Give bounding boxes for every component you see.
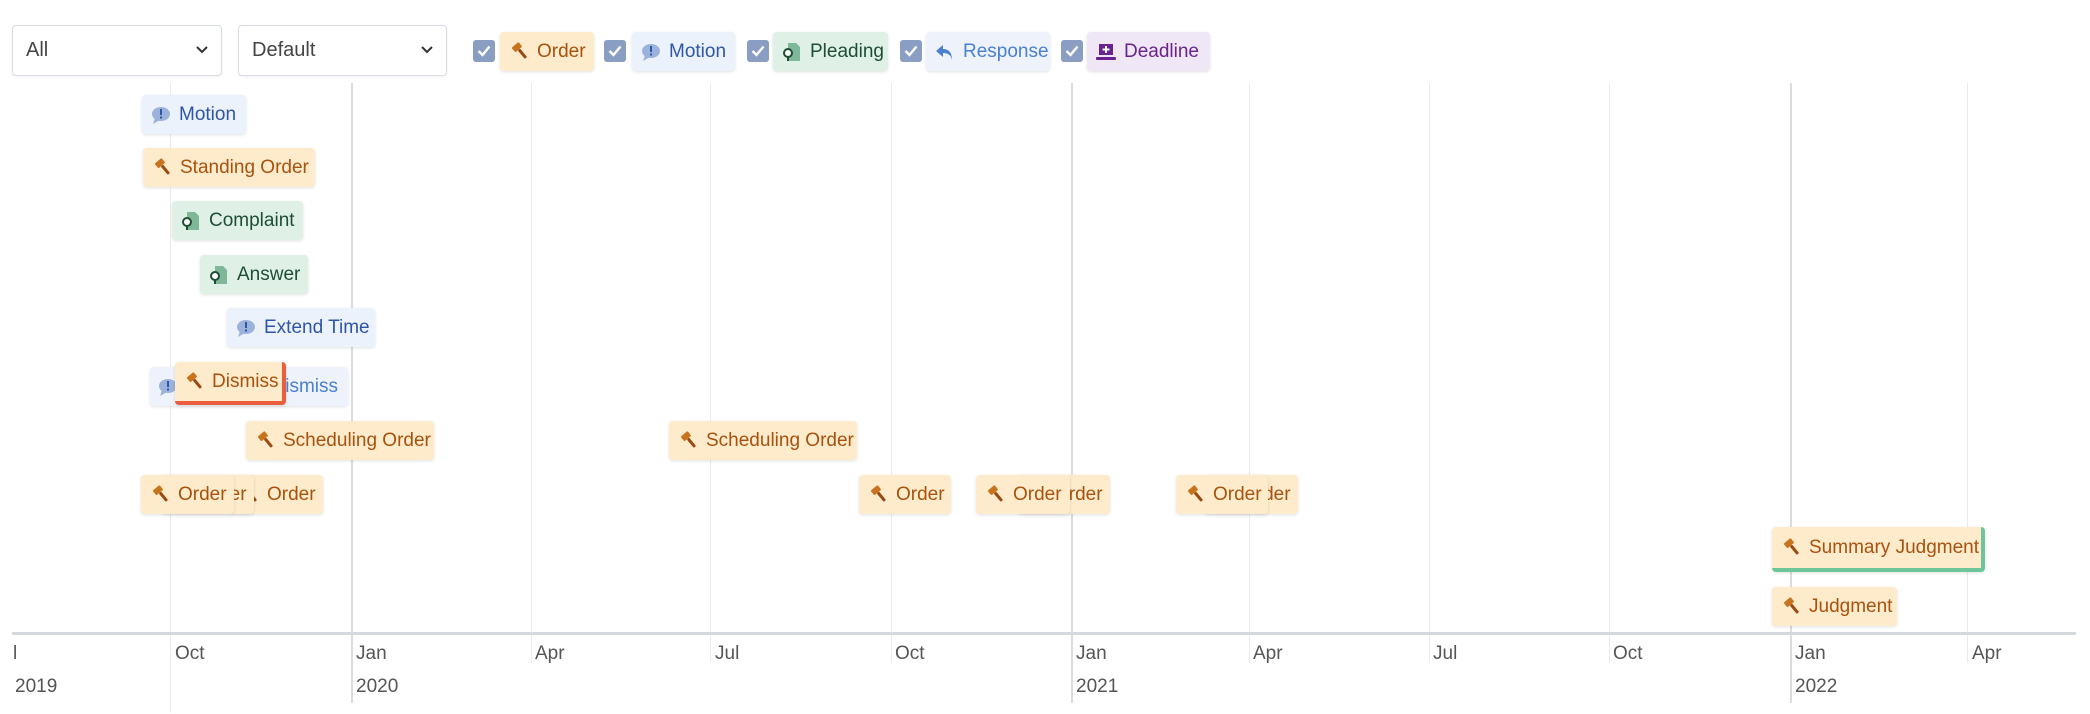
legend-chip-deadline[interactable]: Deadline: [1087, 32, 1210, 71]
year-label-2020: 2020: [356, 676, 399, 697]
gavel-icon: [509, 41, 529, 62]
gridline-jan-2020: [351, 83, 353, 703]
reply-arrow-icon: [935, 42, 955, 62]
event-label: Scheduling Order: [706, 429, 854, 451]
event-label: Answer: [237, 263, 301, 285]
motion-filter-checkbox[interactable]: [604, 40, 626, 62]
year-label-2022: 2022: [1795, 676, 1838, 697]
tick-label-jul-2019: l: [13, 643, 18, 664]
gavel-icon: [1781, 596, 1801, 617]
gavel-icon: [150, 484, 170, 505]
tick-label-apr: Apr: [1253, 643, 1283, 664]
legend-chip-order[interactable]: Order: [500, 32, 594, 71]
speech-bubble-exclamation-icon: [641, 42, 661, 62]
tick-label-jan: Jan: [1076, 643, 1107, 664]
gavel-icon: [152, 157, 172, 178]
event-label: Standing Order: [180, 156, 309, 178]
tick-label-jan: Jan: [356, 643, 387, 664]
tick-label-jul: Jul: [1433, 643, 1458, 664]
event-label: Scheduling Order: [283, 429, 431, 451]
event-scheduling-order[interactable]: Scheduling Order: [669, 421, 857, 460]
event-order[interactable]: Order: [859, 475, 951, 514]
tick-label-oct: Oct: [895, 643, 925, 664]
event-order[interactable]: Order: [1176, 475, 1268, 514]
sort-select[interactable]: Default: [238, 25, 447, 76]
event-answer[interactable]: Answer: [200, 255, 308, 294]
gavel-icon: [1185, 484, 1205, 505]
legend-chip-pleading[interactable]: Pleading: [773, 32, 888, 71]
event-label: Judgment: [1809, 595, 1893, 617]
time-axis: [12, 632, 2076, 635]
event-label: Summary Judgment: [1809, 536, 1980, 558]
legend-label-response: Response: [963, 40, 1049, 62]
response-filter-checkbox[interactable]: [900, 40, 922, 62]
gavel-icon: [985, 484, 1005, 505]
event-standing-order[interactable]: Standing Order: [143, 148, 315, 187]
event-judgment[interactable]: Judgment: [1772, 587, 1897, 626]
sort-select-value: Default: [252, 39, 316, 61]
legend-chip-motion[interactable]: Motion: [632, 32, 735, 71]
gavel-icon: [255, 430, 275, 451]
gridline-jul-2020: [710, 83, 711, 663]
event-dismiss-order-selected[interactable]: Dismiss: [175, 362, 286, 405]
gavel-icon: [868, 484, 888, 505]
legend-label-deadline: Deadline: [1124, 40, 1199, 62]
event-scheduling-order[interactable]: Scheduling Order: [246, 421, 434, 460]
legend-label-motion: Motion: [669, 40, 727, 62]
gridline-apr-2021: [1249, 83, 1250, 663]
tick-label-apr: Apr: [1972, 643, 2002, 664]
pleading-filter-checkbox[interactable]: [747, 40, 769, 62]
document-seal-icon: [209, 265, 229, 285]
scope-select-value: All: [26, 39, 49, 61]
event-complaint[interactable]: Complaint: [172, 201, 303, 240]
tick-label-apr: Apr: [535, 643, 565, 664]
deadline-filter-checkbox[interactable]: [1061, 40, 1083, 62]
laptop-deadline-icon: [1096, 42, 1116, 62]
chevron-down-icon: [420, 26, 434, 75]
legend-chip-response[interactable]: Response: [926, 32, 1050, 71]
order-filter-checkbox[interactable]: [473, 40, 495, 62]
event-label: Order: [267, 483, 316, 505]
chevron-down-icon: [195, 26, 209, 75]
gridline-oct-2020: [891, 83, 892, 663]
event-label: Order: [896, 483, 945, 505]
speech-bubble-exclamation-icon: [151, 105, 171, 125]
event-summary-judgment-selected[interactable]: Summary Judgment: [1772, 527, 1985, 572]
tick-label-jan: Jan: [1795, 643, 1826, 664]
gavel-icon: [184, 371, 204, 392]
event-label: Extend Time: [264, 316, 370, 338]
gridline-jul-2021: [1429, 83, 1430, 663]
event-label: Order: [1013, 483, 1062, 505]
legend-label-order: Order: [537, 40, 586, 62]
year-label-2021: 2021: [1076, 676, 1119, 697]
event-extend-time[interactable]: Extend Time: [227, 308, 375, 347]
event-label: Order: [178, 483, 227, 505]
gridline-apr-2020: [531, 83, 532, 663]
document-seal-icon: [181, 211, 201, 231]
gavel-icon: [1781, 537, 1801, 558]
legend-label-pleading: Pleading: [810, 40, 884, 62]
event-order[interactable]: Order: [141, 475, 234, 514]
event-label: Order: [1213, 483, 1262, 505]
event-order[interactable]: Order: [976, 475, 1070, 514]
event-label: Motion: [179, 103, 237, 125]
event-label: Complaint: [209, 209, 295, 231]
gridline-apr-2022: [1967, 83, 1968, 663]
event-motion[interactable]: Motion: [142, 95, 246, 134]
year-label-2019: 2019: [15, 676, 58, 697]
document-seal-icon: [782, 42, 802, 62]
tick-label-oct: Oct: [175, 643, 205, 664]
tick-label-jul: Jul: [715, 643, 740, 664]
gridline-jan-2021: [1071, 83, 1073, 703]
scope-select[interactable]: All: [12, 25, 222, 76]
tick-label-oct: Oct: [1613, 643, 1643, 664]
speech-bubble-exclamation-icon: [236, 318, 256, 338]
event-label: Dismiss: [212, 370, 279, 392]
gridline-oct-2021: [1609, 83, 1610, 663]
gavel-icon: [678, 430, 698, 451]
